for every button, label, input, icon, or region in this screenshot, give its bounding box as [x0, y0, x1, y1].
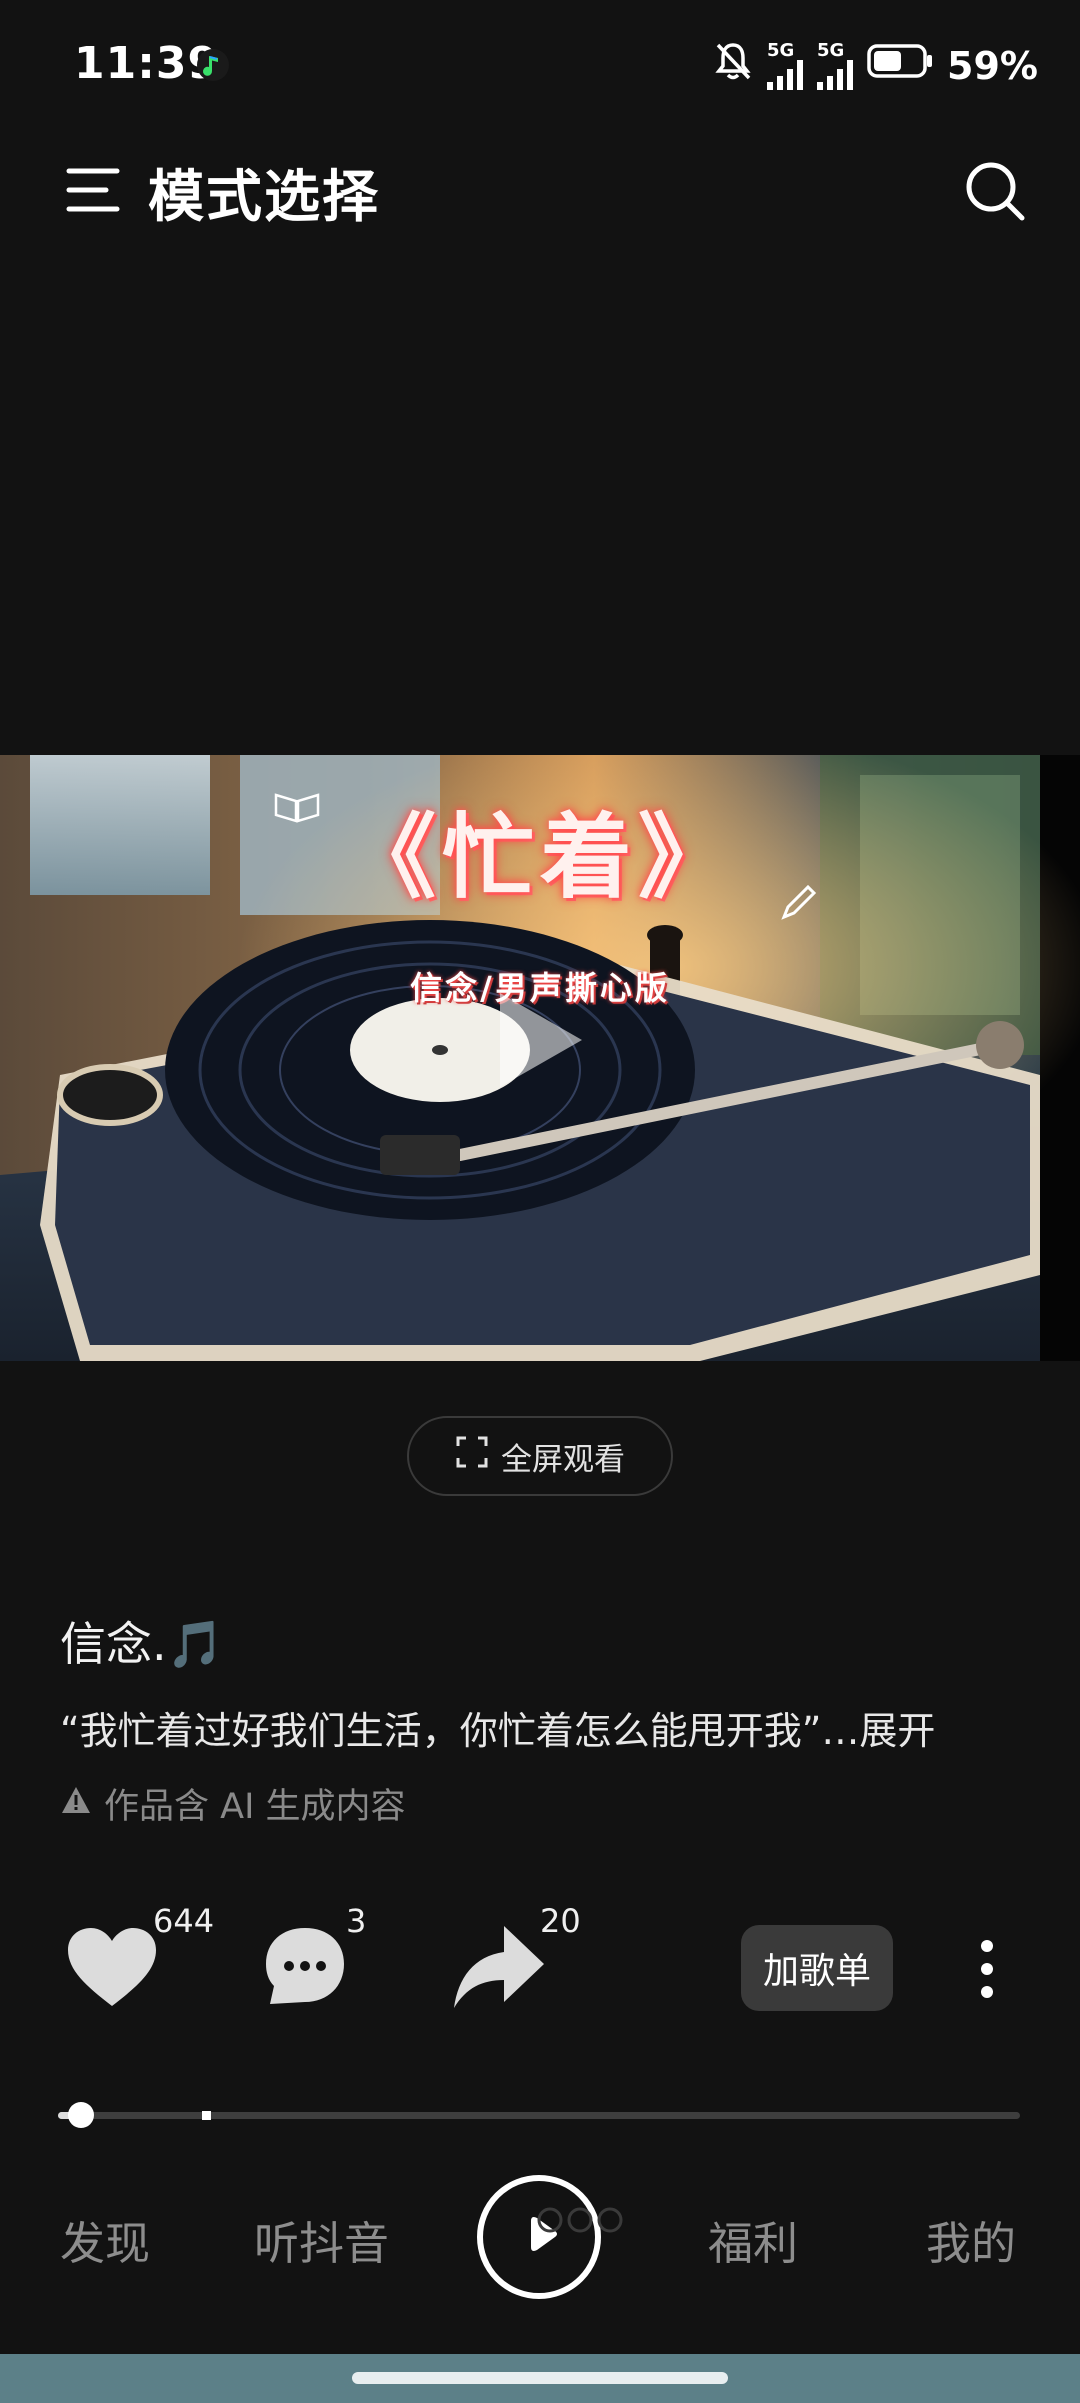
fullscreen-label: 全屏观看 — [501, 1441, 625, 1478]
home-indicator[interactable] — [352, 2372, 728, 2384]
mute-bell-icon — [713, 40, 753, 91]
ai-notice-text: 作品含 AI 生成内容 — [104, 1787, 406, 1827]
fullscreen-button[interactable]: 全屏观看 — [407, 1416, 673, 1496]
warning-icon — [60, 1784, 92, 1824]
progress-marker — [202, 2111, 211, 2120]
heart-icon — [68, 1928, 156, 2006]
nav-listen-douyin[interactable]: 听抖音 — [254, 2207, 389, 2272]
like-button[interactable] — [66, 1926, 158, 2014]
song-title[interactable]: 信念.🎵 — [60, 1608, 224, 1674]
decorative-circles — [530, 2200, 630, 2244]
expand-link[interactable]: 展开 — [859, 1709, 935, 1753]
search-icon[interactable] — [962, 158, 1028, 224]
song-lyric-preview[interactable]: “我忙着过好我们生活，你忙着怎么能甩开我”…展开 — [60, 1700, 935, 1755]
pencil-icon — [778, 883, 818, 927]
comment-count: 3 — [346, 1902, 367, 1940]
like-count: 644 — [153, 1902, 215, 1940]
battery-icon — [867, 43, 933, 88]
status-icons: 5G 5G 59% — [713, 40, 1038, 91]
network-type-label: 5G — [817, 39, 845, 61]
nav-me[interactable]: 我的 — [926, 2207, 1016, 2272]
battery-percent: 59% — [947, 43, 1038, 88]
lyric-text: “我忙着过好我们生活，你忙着怎么能甩开我”… — [60, 1709, 860, 1753]
add-to-playlist-button[interactable]: 加歌单 — [741, 1925, 893, 2011]
book-icon — [272, 785, 322, 829]
comment-icon — [266, 1928, 344, 2004]
page-title[interactable]: 模式选择 — [148, 152, 380, 233]
share-button[interactable] — [452, 1922, 546, 2014]
share-count: 20 — [540, 1902, 581, 1940]
video-overlay-title: 《忙着》 — [343, 803, 736, 911]
nav-welfare[interactable]: 福利 — [708, 2207, 798, 2272]
video-play-icon[interactable] — [490, 985, 590, 1095]
fullscreen-icon — [455, 1435, 489, 1477]
comment-button[interactable] — [262, 1924, 348, 2012]
ai-content-notice: 作品含 AI 生成内容 — [60, 1778, 406, 1829]
signal-strength-icon: 5G — [817, 39, 854, 90]
network-type-label: 5G — [767, 39, 795, 61]
progress-thumb[interactable] — [68, 2102, 94, 2128]
more-options-icon[interactable] — [976, 1938, 998, 2004]
share-arrow-icon — [454, 1926, 544, 2008]
music-app-notification-icon — [196, 48, 230, 82]
signal-strength-icon: 5G — [767, 39, 804, 90]
menu-icon[interactable] — [66, 166, 120, 214]
nav-discover[interactable]: 发现 — [60, 2207, 150, 2272]
